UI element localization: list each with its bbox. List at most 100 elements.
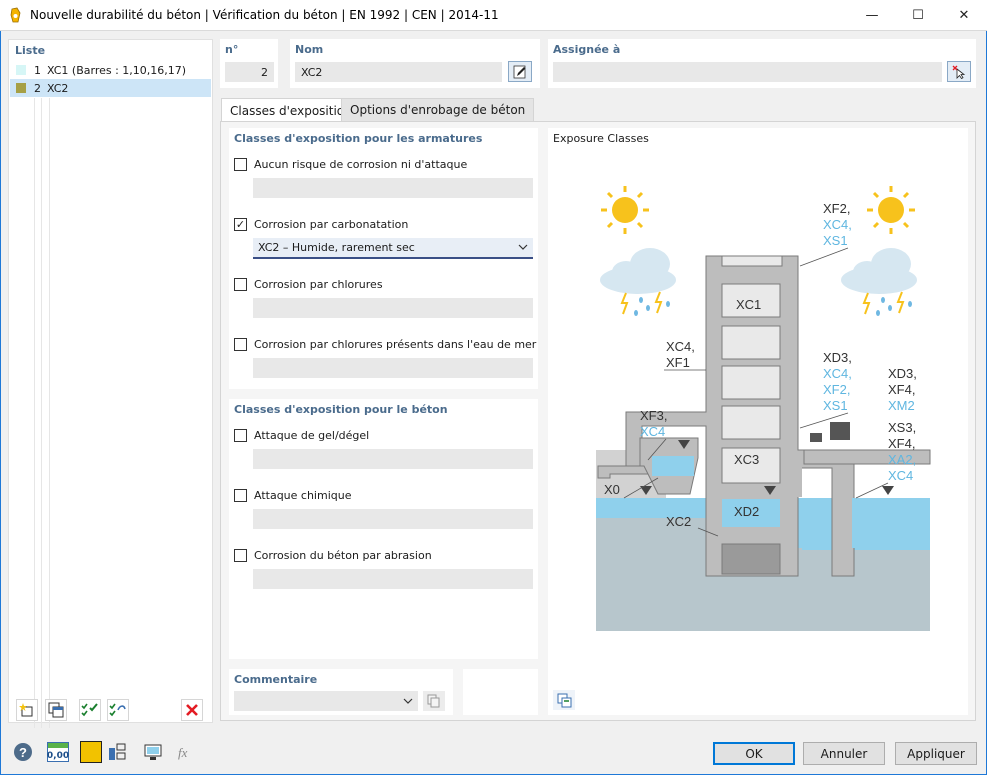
list-panel: Liste 1 XC1 (Barres : 1,10,16,17) 2 XC2 — [8, 39, 213, 728]
chevron-down-icon — [518, 243, 528, 253]
list-item-label: XC1 (Barres : 1,10,16,17) — [47, 63, 187, 77]
view-button[interactable] — [140, 740, 166, 764]
label-tr-blue2: XS1 — [823, 233, 848, 248]
maximize-button[interactable]: ☐ — [895, 0, 941, 31]
tab-exposure-classes[interactable]: Classes d'exposition — [221, 98, 361, 123]
comment-library-button[interactable] — [423, 691, 445, 711]
display-settings-icon — [109, 743, 126, 760]
label-xd3-a: XD3, — [823, 350, 852, 365]
tree-guide — [34, 98, 35, 728]
select-objects-button[interactable] — [947, 61, 971, 82]
ok-button[interactable]: OK — [713, 742, 795, 765]
chloride-field — [253, 298, 533, 318]
title-bar: Nouvelle durabilité du béton | Vérificat… — [0, 0, 987, 31]
label-xd3-c: XF2, — [823, 382, 850, 397]
seawater-option[interactable]: Corrosion par chlorures présents dans l'… — [234, 338, 536, 351]
list-item-label: XC2 — [47, 81, 69, 95]
delete-button[interactable] — [181, 699, 203, 721]
swap-image-button[interactable] — [553, 690, 575, 710]
pencil-icon — [513, 65, 526, 78]
label-x0: X0 — [604, 482, 620, 497]
check-all-icon — [81, 703, 98, 717]
carbonation-checkbox[interactable]: ✓ — [234, 218, 247, 231]
carbonation-label: Corrosion par carbonatation — [254, 218, 409, 231]
abrasion-field — [253, 569, 533, 589]
list-item-number: 1 — [34, 63, 41, 77]
label-xf3-a: XF3, — [640, 408, 667, 423]
label-tr-black: XF2, — [823, 201, 850, 216]
help-icon: ? — [14, 743, 32, 761]
assigned-label: Assignée à — [553, 43, 621, 56]
tree-guide — [41, 98, 42, 728]
help-button[interactable]: ? — [10, 740, 36, 764]
monitor-icon — [144, 744, 162, 760]
name-field[interactable]: XC2 — [295, 62, 502, 82]
freeze-thaw-field — [253, 449, 533, 469]
new-item-button[interactable] — [16, 699, 38, 721]
uncheck-button[interactable] — [107, 699, 129, 721]
no-risk-option[interactable]: Aucun risque de corrosion ni d'attaque — [234, 158, 467, 171]
no-risk-field — [253, 178, 533, 198]
decimal-places-button[interactable]: 0,00 — [45, 740, 71, 764]
color-button[interactable] — [78, 740, 104, 764]
number-field: 2 — [225, 62, 274, 82]
list-item[interactable]: 1 XC1 (Barres : 1,10,16,17) — [10, 61, 211, 79]
check-all-button[interactable] — [79, 699, 101, 721]
image-title: Exposure Classes — [553, 132, 649, 145]
chemical-option[interactable]: Attaque chimique — [234, 489, 352, 502]
swap-icon — [557, 693, 572, 708]
abrasion-label: Corrosion du béton par abrasion — [254, 549, 432, 562]
list-header: Liste — [15, 44, 46, 57]
exposure-classes-diagram: XF2, XC4, XS1 XC1 XC4, XF1 XD3, XC4, XF2… — [596, 186, 931, 631]
concrete-header: Classes d'exposition pour le béton — [234, 403, 448, 416]
label-xc3: XC3 — [734, 452, 759, 467]
formula-button[interactable]: fx — [172, 740, 198, 764]
comment-select[interactable] — [234, 691, 418, 711]
copy-item-button[interactable] — [45, 699, 67, 721]
list-item[interactable]: 2 XC2 — [10, 79, 211, 97]
chemical-label: Attaque chimique — [254, 489, 352, 502]
name-box: Nom XC2 — [290, 39, 540, 88]
chemical-checkbox[interactable] — [234, 489, 247, 502]
no-risk-checkbox[interactable] — [234, 158, 247, 171]
chemical-field — [253, 509, 533, 529]
chloride-checkbox[interactable] — [234, 278, 247, 291]
label-xd3r-c: XM2 — [888, 398, 915, 413]
no-risk-label: Aucun risque de corrosion ni d'attaque — [254, 158, 468, 171]
carbonation-select[interactable]: XC2 – Humide, rarement sec — [253, 238, 533, 259]
label-xd3r-b: XF4, — [888, 382, 915, 397]
chevron-down-icon — [403, 698, 413, 704]
close-button[interactable]: ✕ — [941, 0, 987, 31]
freeze-thaw-option[interactable]: Attaque de gel/dégel — [234, 429, 369, 442]
tab-cover-options[interactable]: Options d'enrobage de béton — [341, 98, 535, 122]
abrasion-option[interactable]: Corrosion du béton par abrasion — [234, 549, 432, 562]
empty-section — [463, 669, 538, 715]
label-xs3-c: XA2, — [888, 452, 916, 467]
chloride-option[interactable]: Corrosion par chlorures — [234, 278, 383, 291]
delete-icon — [186, 704, 198, 716]
label-xs3-a: XS3, — [888, 420, 916, 435]
assigned-box: Assignée à — [548, 39, 976, 88]
abrasion-checkbox[interactable] — [234, 549, 247, 562]
cancel-button[interactable]: Annuler — [803, 742, 885, 765]
label-xc4xf1-a: XC4, — [666, 339, 695, 354]
freeze-thaw-checkbox[interactable] — [234, 429, 247, 442]
reinforcement-section: Classes d'exposition pour les armatures … — [229, 128, 538, 389]
label-xd3-d: XS1 — [823, 398, 848, 413]
tree-guide — [49, 98, 50, 728]
freeze-thaw-label: Attaque de gel/dégel — [254, 429, 370, 442]
assigned-field[interactable] — [553, 62, 942, 82]
display-settings-button[interactable] — [104, 740, 130, 764]
window-title: Nouvelle durabilité du béton | Vérificat… — [30, 8, 499, 22]
copy-icon — [48, 702, 64, 718]
color-swatch — [80, 741, 102, 763]
label-xd3r-a: XD3, — [888, 366, 917, 381]
minimize-button[interactable]: — — [849, 0, 895, 31]
edit-name-button[interactable] — [508, 61, 532, 82]
seawater-checkbox[interactable] — [234, 338, 247, 351]
carbonation-option[interactable]: ✓ Corrosion par carbonatation — [234, 218, 408, 231]
select-cursor-icon — [952, 65, 966, 79]
apply-button[interactable]: Appliquer — [895, 742, 977, 765]
app-icon — [10, 7, 21, 23]
cloud-icon — [841, 248, 917, 316]
